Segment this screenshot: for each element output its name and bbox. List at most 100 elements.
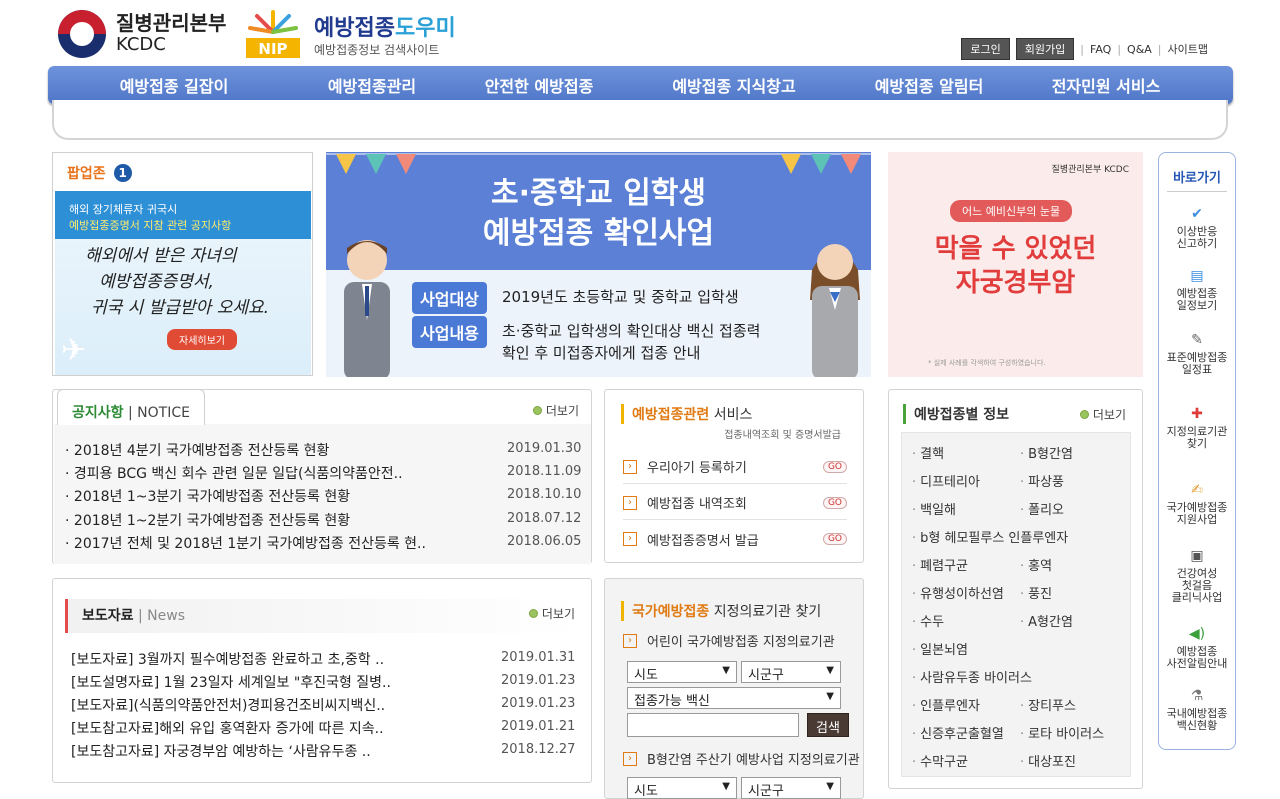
quick-schedule[interactable]: ▤ 예방접종 일정보기 (1159, 267, 1235, 312)
quick-find-clinic[interactable]: ✚ 지정의료기관 찾기 (1159, 405, 1235, 450)
vaccine-item[interactable]: 인플루엔자 (912, 695, 980, 714)
tag-target: 사업대상 (412, 282, 487, 314)
notice-item[interactable]: · 2018년 1~2분기 국가예방접종 전산등록 현황 (65, 510, 350, 530)
vaccine-item[interactable]: 사람유두종 바이러스 (912, 667, 1032, 686)
rb-kcdc-label: 질병관리본부 KCDC (1051, 165, 1129, 175)
notice-date: 2018.10.10 (507, 487, 582, 502)
bullet-icon (532, 406, 542, 415)
banner-content-text-1: 초·중학교 입학생의 확인대상 백신 접종력 (502, 322, 761, 340)
vaccine-item[interactable]: 홍역 (1020, 555, 1052, 574)
press-more-link[interactable]: 더보기 (528, 605, 575, 622)
nip-logo[interactable]: NIP 예방접종도우미 예방접종정보 검색사이트 (242, 8, 472, 60)
notice-date: 2018.07.12 (507, 511, 582, 526)
nav-knowledge[interactable]: 예방접종 지식창고 (634, 73, 834, 97)
vaccine-item[interactable]: 파상풍 (1020, 471, 1064, 490)
press-item[interactable]: [보도참고자료] 자궁경부암 예방하는 ‘사람유두종 .. (71, 741, 371, 761)
vial-icon: ⚗ (1190, 688, 1204, 704)
vaccine-item[interactable]: 결핵 (912, 443, 944, 462)
nav-notice[interactable]: 예방접종 알림터 (834, 73, 1024, 97)
nip-label: NIP (258, 40, 287, 58)
site-subtitle: 예방접종정보 검색사이트 (314, 43, 440, 57)
notice-item[interactable]: · 2018년 1~3분기 국가예방접종 전산등록 현황 (65, 486, 350, 506)
clinic-search-button[interactable]: 검색 (807, 713, 849, 737)
quick-women-health[interactable]: ▣ 건강여성 첫걸음 클리닉사업 (1159, 547, 1235, 604)
quick-vaccine-status[interactable]: ⚗ 국내예방접종 백신현황 (1159, 687, 1235, 732)
vaccine-item[interactable]: 수두 (912, 611, 944, 630)
vaccine-select[interactable]: 접종가능 백신 ▼ (627, 687, 841, 709)
sigungu-select[interactable]: 시군구 ▼ (741, 661, 841, 683)
vaccine-item[interactable]: 폴리오 (1020, 499, 1064, 518)
service-certificate[interactable]: › 예방접종증명서 발급 GO (623, 522, 847, 556)
faq-link[interactable]: FAQ (1090, 43, 1111, 56)
syringe-icon: ✎ (1191, 332, 1203, 348)
rb-pill: 어느 예비신부의 눈물 (950, 200, 1073, 222)
sigungu-select-2[interactable]: 시군구 ▼ (741, 777, 841, 799)
vaccine-item[interactable]: 풍진 (1020, 583, 1052, 602)
quick-pre-notice[interactable]: ◀) 예방접종 사전알림안내 (1159, 625, 1235, 670)
clinic-child-subtitle: › 어린이 국가예방접종 지정의료기관 (623, 631, 835, 650)
kcdc-logo[interactable]: 질병관리본부 KCDC (58, 8, 238, 60)
service-history[interactable]: › 예방접종 내역조회 GO (623, 486, 847, 520)
banner-title2: 예방접종 확인사업 (482, 216, 715, 251)
vaccine-item[interactable]: B형간염 (1020, 443, 1073, 462)
press-item[interactable]: [보도자료] 3월까지 필수예방접종 완료하고 초,중학 .. (71, 649, 384, 669)
notice-item[interactable]: · 2017년 전체 및 2018년 1분기 국가예방접종 전산등록 현.. (65, 533, 426, 553)
popup-more-button[interactable]: 자세히보기 (167, 329, 237, 350)
vaccine-item[interactable]: 수막구균 (912, 751, 968, 770)
girl-illustration-icon (810, 244, 860, 377)
sido-select[interactable]: 시도 ▼ (627, 661, 737, 683)
vaccine-item[interactable]: 폐렴구균 (912, 555, 968, 574)
nav-guide[interactable]: 예방접종 길잡이 (48, 73, 300, 97)
nav-management[interactable]: 예방접종관리 (300, 73, 444, 97)
hospital-icon: ✚ (1191, 406, 1203, 422)
boy-illustration-icon (344, 240, 390, 377)
join-button[interactable]: 회원가입 (1015, 38, 1075, 60)
vaccine-item[interactable]: 일본뇌염 (912, 639, 968, 658)
press-item[interactable]: [보도설명자료] 1월 23일자 세계일보 "후진국형 질병.. (71, 672, 391, 692)
vaccine-more-link[interactable]: 더보기 (1079, 406, 1126, 423)
notice-more-link[interactable]: 더보기 (532, 402, 579, 419)
vaccine-info-box: 예방접종별 정보 더보기 결핵 B형간염 디프테리아 파상풍 백일해 폴리오 b… (888, 389, 1143, 789)
popup-page-number[interactable]: 1 (113, 164, 132, 182)
popup-line2: 예방접종증명서 지참 관련 공지사항 (69, 219, 232, 232)
vaccine-item[interactable]: 로타 바이러스 (1020, 723, 1104, 742)
separator: | (1080, 42, 1084, 56)
popup-zone: 팝업존 1 해외 장기체류자 귀국시 예방접종증명서 지참 관련 공지사항 해외… (52, 152, 313, 376)
notice-tab[interactable]: 공지사항 | NOTICE (57, 389, 205, 425)
cervical-cancer-banner[interactable]: 질병관리본부 KCDC 어느 예비신부의 눈물 막을 수 있었던 자궁경부암 *… (888, 152, 1143, 377)
vaccine-item[interactable]: 유행성이하선염 (912, 583, 1004, 602)
login-button[interactable]: 로그인 (961, 38, 1010, 60)
vaccine-item[interactable]: 장티푸스 (1020, 695, 1076, 714)
go-button[interactable]: GO (822, 460, 847, 473)
main-banner[interactable]: 초·중학교 입학생 예방접종 확인사업 사업대상 2019년도 초등학교 및 중… (326, 152, 871, 377)
vaccine-item[interactable]: 대상포진 (1020, 751, 1076, 770)
vaccine-item[interactable]: 백일해 (912, 499, 956, 518)
qa-link[interactable]: Q&A (1127, 43, 1152, 56)
vaccine-item[interactable]: b형 헤모필루스 인플루엔자 (912, 527, 1068, 546)
quick-report-adverse[interactable]: ✔ 이상반응 신고하기 (1159, 205, 1235, 250)
go-button[interactable]: GO (822, 533, 847, 545)
sido-select-2[interactable]: 시도 ▼ (627, 777, 737, 799)
press-item[interactable]: [보도참고자료]해외 유입 홍역환자 증가에 따른 지속.. (71, 718, 384, 738)
popup-hand3: 귀국 시 발급받아 오세요. (91, 298, 270, 318)
nav-safety[interactable]: 안전한 예방접종 (444, 73, 634, 97)
service-register-baby[interactable]: › 우리아기 등록하기 GO (623, 450, 847, 484)
vaccine-item[interactable]: 신증후군출혈열 (912, 723, 1004, 742)
sub-nav-bar (52, 100, 1228, 140)
popup-banner[interactable]: 해외 장기체류자 귀국시 예방접종증명서 지참 관련 공지사항 해외에서 받은 … (55, 191, 311, 375)
clinic-search-input[interactable] (627, 713, 799, 737)
vaccine-item[interactable]: A형간염 (1020, 611, 1073, 630)
nav-civil-service[interactable]: 전자민원 서비스 (1024, 73, 1188, 97)
notice-item[interactable]: · 경피용 BCG 백신 회수 관련 일문 일답(식품의약품안전.. (65, 463, 403, 483)
check-icon: ✔ (1191, 206, 1203, 222)
caret-down-icon: ▼ (826, 665, 834, 676)
quick-national-support[interactable]: ✍ 국가예방접종 지원사업 (1159, 481, 1235, 526)
press-item[interactable]: [보도자료](식품의약품안전처)경피용건조비씨지백신.. (71, 695, 385, 715)
notice-item[interactable]: · 2018년 4분기 국가예방접종 전산등록 현황 (65, 440, 329, 460)
quick-menu: 바로가기 ✔ 이상반응 신고하기 ▤ 예방접종 일정보기 ✎ 표준예방접종 일정표 ✚… (1158, 152, 1236, 750)
sitemap-link[interactable]: 사이트맵 (1168, 41, 1208, 57)
press-title[interactable]: 보도자료 | News (65, 599, 581, 633)
vaccine-item[interactable]: 디프테리아 (912, 471, 980, 490)
quick-standard-schedule[interactable]: ✎ 표준예방접종 일정표 (1159, 331, 1235, 376)
go-button[interactable]: GO (822, 496, 847, 509)
